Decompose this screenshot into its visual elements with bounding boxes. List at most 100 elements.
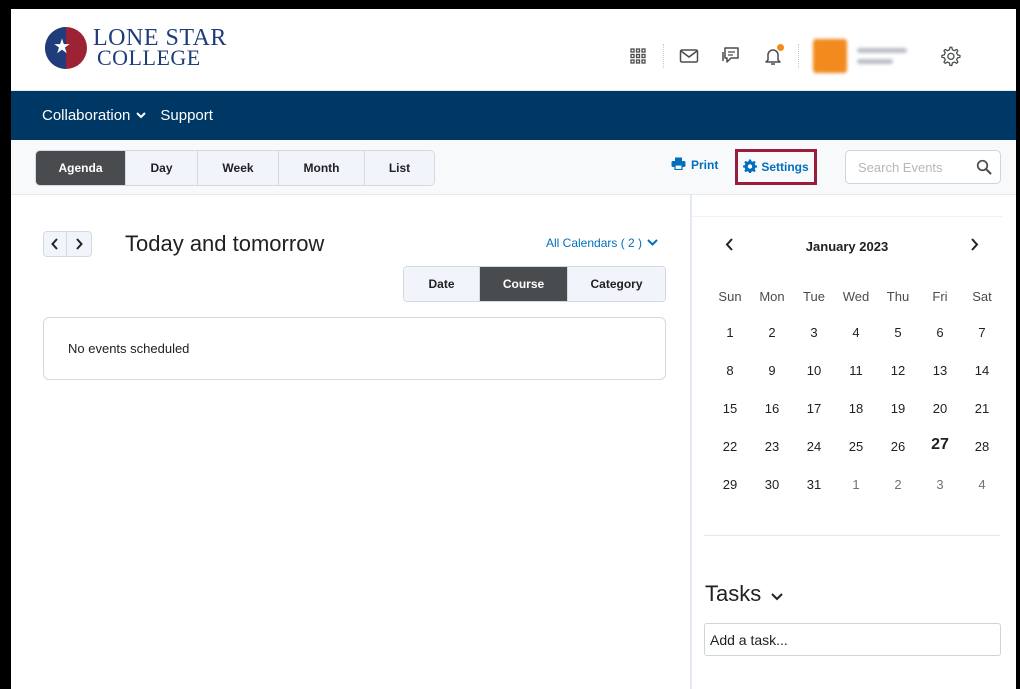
chevron-down-icon [771,589,783,604]
all-calendars-dropdown[interactable]: All Calendars ( 2 ) [546,236,658,250]
side-panel: January 2023 Sun Mon Tue Wed Thu Fri Sat… [692,195,1016,689]
tab-day[interactable]: Day [126,151,198,185]
calendar-day[interactable]: 20 [919,401,961,439]
weekday-header: Sun Mon Tue Wed Thu Fri Sat [709,289,1003,309]
tab-list[interactable]: List [365,151,434,185]
settings-button[interactable]: Settings [735,149,817,185]
mini-calendar-grid: 1 2 3 4 5 6 7 8 9 10 11 12 13 14 15 16 17 18 19 20 21 22 23 24 2… [709,325,1003,515]
calendar-day[interactable]: 31 [793,477,835,515]
calendar-day[interactable]: 11 [835,363,877,401]
calendar-day[interactable]: 28 [961,439,1003,477]
print-label: Print [691,158,719,172]
frame-right-border [1016,0,1020,689]
tasks-title: Tasks [705,581,762,606]
calendar-day[interactable]: 3 [793,325,835,363]
nav-item-support[interactable]: Support [160,107,213,124]
search-icon[interactable] [976,159,992,180]
calendar-day[interactable]: 8 [709,363,751,401]
calendar-day[interactable]: 4 [961,477,1003,515]
mail-icon[interactable] [678,45,700,67]
next-month-button[interactable] [970,238,979,255]
header-actions [627,39,961,73]
bell-icon[interactable] [762,44,784,67]
calendar-day[interactable]: 24 [793,439,835,477]
mini-calendar-header: January 2023 [692,235,1002,259]
tab-agenda[interactable]: Agenda [36,151,126,185]
calendar-day-today[interactable]: 27 [919,436,961,477]
calendar-day[interactable]: 14 [961,363,1003,401]
header-separator [663,44,664,68]
month-label: January 2023 [805,239,889,254]
weekday-label: Sun [718,289,742,304]
view-tabs: Agenda Day Week Month List [35,150,435,186]
calendar-day[interactable]: 26 [877,439,919,477]
print-button[interactable]: Print [671,157,718,173]
calendar-day[interactable]: 13 [919,363,961,401]
nav-bar: Collaboration Support [11,91,1016,140]
nav-item-collaboration[interactable]: Collaboration [42,107,147,124]
add-task-input[interactable] [710,624,990,655]
calendar-day[interactable]: 22 [709,439,751,477]
previous-button[interactable] [43,231,67,257]
frame-left-border [0,0,11,689]
site-header: ★ LONE STAR COLLEGE [11,9,1016,91]
calendar-day[interactable]: 23 [751,439,793,477]
printer-icon [671,157,686,173]
calendar-week-row: 29 30 31 1 2 3 4 [709,477,1003,515]
weekday-label: Thu [886,289,910,304]
notification-dot [777,44,784,51]
weekday-label: Sat [972,289,992,304]
calendar-day[interactable]: 25 [835,439,877,477]
search-input[interactable] [858,159,976,175]
nav-item-label: Collaboration [42,107,131,124]
gear-icon[interactable] [939,45,961,67]
calendar-day[interactable]: 21 [961,401,1003,439]
tab-month[interactable]: Month [279,151,365,185]
calendar-day[interactable]: 5 [877,325,919,363]
chevron-down-icon [136,110,147,122]
tab-group-category[interactable]: Category [568,267,665,301]
events-list: No events scheduled [43,317,666,380]
calendar-day[interactable]: 2 [751,325,793,363]
calendar-day[interactable]: 9 [751,363,793,401]
logo-wordmark: LONE STAR COLLEGE [93,26,227,70]
tab-group-course[interactable]: Course [480,267,568,301]
calendar-week-row: 8 9 10 11 12 13 14 [709,363,1003,401]
calendar-day[interactable]: 19 [877,401,919,439]
date-pager [43,231,92,257]
apps-grid-icon[interactable] [627,45,649,67]
chat-icon[interactable] [720,45,742,67]
calendar-day[interactable]: 7 [961,325,1003,363]
logo-line-2: COLLEGE [97,45,201,70]
calendar-day[interactable]: 4 [835,325,877,363]
calendar-day[interactable]: 17 [793,401,835,439]
tab-week[interactable]: Week [198,151,279,185]
tab-group-date[interactable]: Date [404,267,480,301]
calendar-day[interactable]: 2 [877,477,919,515]
calendar-day[interactable]: 10 [793,363,835,401]
calendar-day[interactable]: 29 [709,477,751,515]
calendar-day[interactable]: 30 [751,477,793,515]
range-title: Today and tomorrow [125,231,325,256]
nav-item-label: Support [160,107,213,124]
user-name-blurred[interactable] [857,42,917,70]
avatar[interactable] [813,39,847,73]
chevron-down-icon [647,237,658,249]
calendar-day[interactable]: 18 [835,401,877,439]
tasks-heading[interactable]: Tasks [705,581,783,607]
weekday-label: Tue [803,289,825,304]
calendar-day[interactable]: 1 [835,477,877,515]
calendar-day[interactable]: 16 [751,401,793,439]
calendar-day[interactable]: 1 [709,325,751,363]
calendar-week-row: 22 23 24 25 26 27 28 [709,436,1003,477]
calendar-day[interactable]: 15 [709,401,751,439]
calendar-toolbar: Agenda Day Week Month List Print Setting… [11,140,1016,195]
calendar-day[interactable]: 3 [919,477,961,515]
college-logo[interactable]: ★ LONE STAR COLLEGE [45,26,227,70]
next-button[interactable] [67,231,92,257]
add-task-field [704,623,1001,656]
search-events [845,150,1001,184]
empty-events-message: No events scheduled [68,341,190,356]
calendar-day[interactable]: 12 [877,363,919,401]
calendar-day[interactable]: 6 [919,325,961,363]
